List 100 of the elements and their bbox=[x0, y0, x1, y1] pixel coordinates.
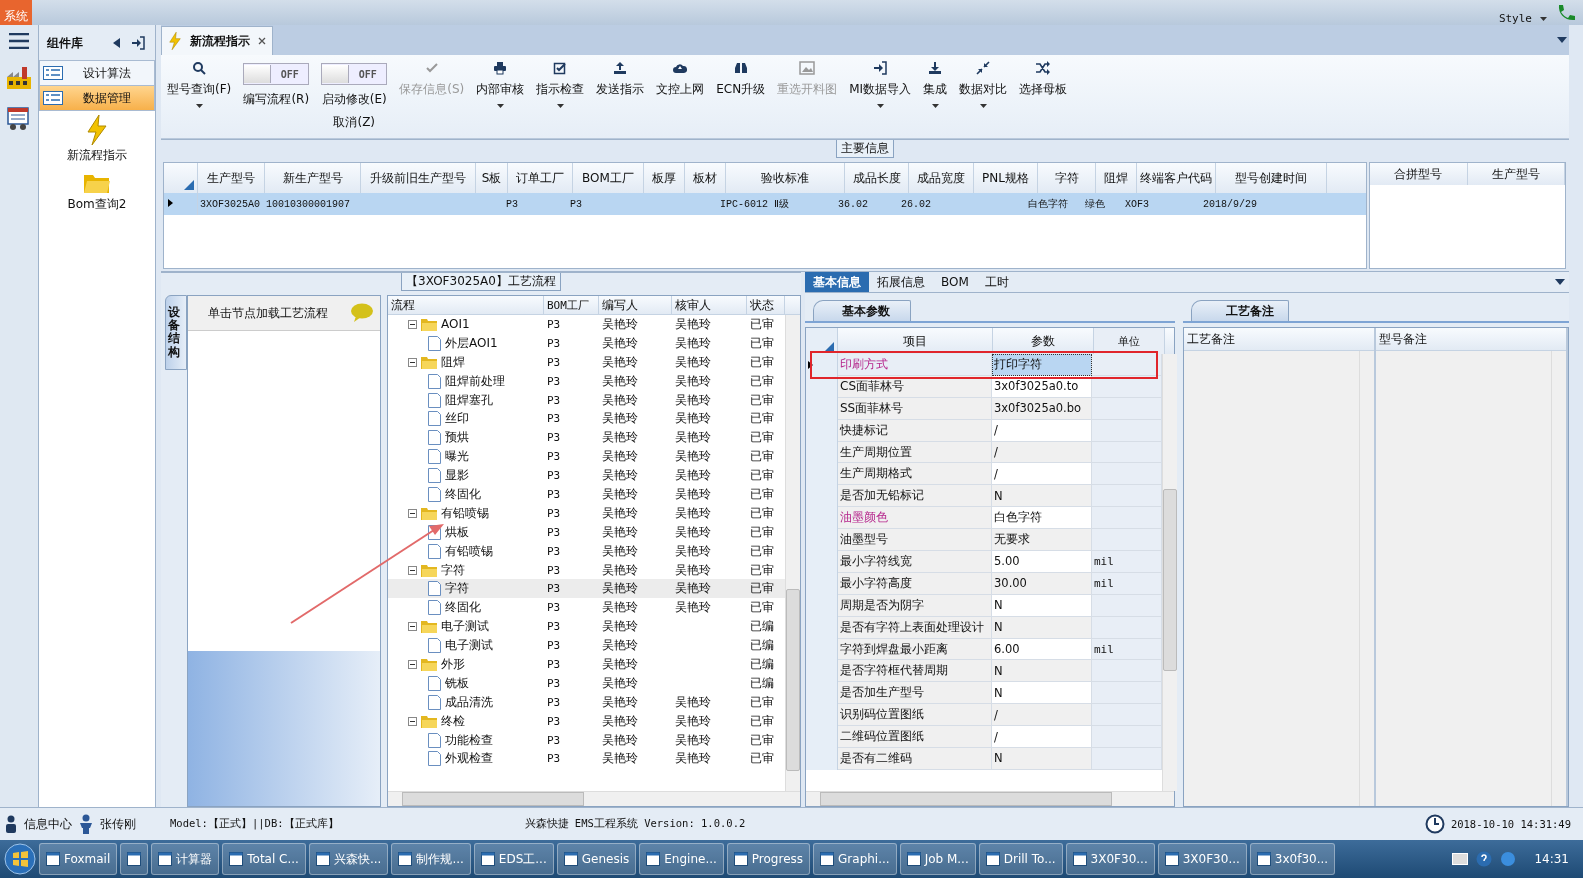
taskbar-item[interactable]: 兴森快... bbox=[308, 843, 389, 875]
document-tab[interactable]: 新流程指示 bbox=[161, 26, 273, 55]
scrollbar[interactable] bbox=[785, 315, 800, 792]
caret-icon[interactable] bbox=[1555, 279, 1565, 285]
column-header[interactable]: 单位 bbox=[1094, 328, 1165, 354]
tab[interactable]: 拓展信息 bbox=[869, 272, 933, 292]
toolbar-button[interactable]: 指示检查 bbox=[536, 59, 585, 110]
param-value[interactable]: N bbox=[994, 663, 1003, 678]
tree-row[interactable]: 预烘 P3 吴艳玲 吴艳玲 已审 bbox=[388, 428, 785, 448]
nav-item[interactable]: 数据管理 bbox=[39, 85, 155, 111]
tree-row[interactable]: 字符 P3 吴艳玲 吴艳玲 已审 bbox=[388, 560, 785, 580]
param-value[interactable]: 6.00 bbox=[994, 642, 1020, 656]
tree-row[interactable]: 终固化 P3 吴艳玲 吴艳玲 已审 bbox=[388, 485, 785, 504]
close-icon[interactable] bbox=[258, 37, 266, 45]
tree-row[interactable]: AOI1 P3 吴艳玲 吴艳玲 已审 bbox=[388, 315, 785, 334]
start-button[interactable] bbox=[4, 843, 36, 875]
toolbar-button[interactable]: 文控上网 bbox=[656, 59, 705, 100]
style-menu[interactable]: Style bbox=[1498, 12, 1532, 25]
table-row[interactable]: 识别码位置图纸 / bbox=[806, 704, 1162, 727]
taskbar-item[interactable]: Foxmail bbox=[39, 843, 118, 875]
tree-row[interactable]: 外层AOI1 P3 吴艳玲 吴艳玲 已审 bbox=[388, 333, 785, 353]
tree-row[interactable]: 显影 P3 吴艳玲 吴艳玲 已审 bbox=[388, 466, 785, 485]
table-row[interactable]: 生产周期位置 / bbox=[806, 441, 1162, 464]
collapse-icon[interactable] bbox=[408, 508, 417, 518]
toggle-switch[interactable]: OFF bbox=[243, 63, 310, 85]
table-row[interactable]: 快捷标记 / bbox=[806, 419, 1162, 442]
param-value[interactable]: / bbox=[994, 445, 998, 459]
collapse-left-icon[interactable] bbox=[113, 38, 121, 48]
table-row[interactable]: SS面菲林号 3x0f3025a0.bo bbox=[806, 397, 1162, 420]
param-value[interactable]: N bbox=[994, 598, 1003, 613]
table-row[interactable]: 是否加生产型号 N bbox=[806, 682, 1162, 705]
tree-row[interactable]: 终检 P3 吴艳玲 吴艳玲 已审 bbox=[388, 711, 785, 731]
table-row[interactable]: 油墨型号 无要求 bbox=[806, 529, 1162, 551]
param-value[interactable]: N bbox=[994, 488, 1003, 503]
scrollbar[interactable] bbox=[1162, 354, 1177, 792]
param-value[interactable]: 3x0f3025a0.bo bbox=[994, 401, 1082, 416]
tree-row[interactable]: 阻焊前处理 P3 吴艳玲 吴艳玲 已审 bbox=[388, 371, 785, 391]
toolbar-button[interactable]: 数据对比 bbox=[959, 59, 1008, 110]
calendar-icon[interactable] bbox=[6, 105, 32, 131]
table-row[interactable]: 是否字符框代替周期 N bbox=[806, 660, 1162, 683]
param-value[interactable]: 30.00 bbox=[994, 576, 1027, 591]
table-row[interactable]: 字符到焊盘最小距离 6.00 mil bbox=[806, 638, 1162, 661]
toolbar-button[interactable]: 选择母板 bbox=[1019, 59, 1068, 100]
table-row[interactable]: 是否有字符上表面处理设计 N bbox=[806, 616, 1162, 639]
nav-item[interactable]: 设计算法 bbox=[39, 60, 155, 86]
help-icon[interactable] bbox=[1476, 851, 1493, 867]
toggle-switch[interactable]: OFF bbox=[321, 63, 388, 85]
tree-row[interactable]: 外形 P3 吴艳玲 已编 bbox=[388, 655, 785, 674]
column-header[interactable]: 流程 bbox=[388, 296, 544, 314]
column-header[interactable]: 型号备注 bbox=[1376, 328, 1566, 351]
table-row[interactable]: 是否有二维码 N bbox=[806, 748, 1162, 770]
tree-row[interactable]: 成品清洗 P3 吴艳玲 吴艳玲 已审 bbox=[388, 692, 785, 712]
table-row[interactable]: 二维码位置图纸 / bbox=[806, 726, 1162, 749]
param-value[interactable]: / bbox=[994, 466, 998, 481]
tree-row[interactable]: 曝光 P3 吴艳玲 吴艳玲 已审 bbox=[388, 447, 785, 467]
tab[interactable]: 基本信息 bbox=[805, 272, 869, 292]
tree-row[interactable]: 电子测试 P3 吴艳玲 已编 bbox=[388, 636, 785, 656]
table-row[interactable]: 印刷方式 打印字符 bbox=[806, 354, 1162, 376]
taskbar-item[interactable] bbox=[120, 843, 149, 875]
table-row[interactable]: 周期是否为阴字 N bbox=[806, 594, 1162, 617]
table-row[interactable]: 最小字符高度 30.00 mil bbox=[806, 572, 1162, 595]
taskbar-item[interactable]: Graphi... bbox=[813, 843, 897, 875]
menu-icon[interactable] bbox=[9, 33, 29, 49]
param-value[interactable]: / bbox=[994, 423, 998, 438]
column-header[interactable]: 状态 bbox=[747, 296, 785, 314]
tree-row[interactable]: 外观检查 P3 吴艳玲 吴艳玲 已审 bbox=[388, 749, 785, 769]
column-header[interactable]: 合拼型号 bbox=[1370, 163, 1468, 185]
taskbar-item[interactable]: 制作规... bbox=[391, 843, 471, 875]
taskbar-item[interactable]: Total C... bbox=[222, 843, 306, 875]
tab[interactable]: 基本参数 bbox=[813, 300, 911, 321]
collapse-icon[interactable] bbox=[408, 659, 417, 669]
caret-icon[interactable] bbox=[1557, 37, 1567, 43]
toolbar-button[interactable]: ECN升级 bbox=[716, 59, 766, 100]
tree-row[interactable]: 有铅喷锡 P3 吴艳玲 吴艳玲 已审 bbox=[388, 503, 785, 523]
taskbar-item[interactable]: Job M... bbox=[899, 843, 976, 875]
tree-row[interactable]: 终固化 P3 吴艳玲 吴艳玲 已审 bbox=[388, 598, 785, 618]
column-header[interactable]: 生产型号 bbox=[1467, 163, 1565, 185]
taskbar-item[interactable]: Progress bbox=[726, 843, 811, 875]
scrollbar[interactable] bbox=[388, 791, 800, 807]
collapse-icon[interactable] bbox=[408, 622, 417, 632]
table-row[interactable]: 油墨颜色 白色字符 bbox=[806, 507, 1162, 530]
param-value[interactable]: 无要求 bbox=[994, 532, 1030, 548]
toolbar-button[interactable]: MI数据导入 bbox=[849, 59, 912, 110]
taskbar-item[interactable]: 3X0F30... bbox=[1157, 843, 1247, 875]
collapse-icon[interactable] bbox=[408, 357, 417, 367]
tab[interactable]: 工艺备注 bbox=[1191, 300, 1289, 321]
caret-icon[interactable] bbox=[1540, 17, 1547, 21]
sign-in-icon[interactable] bbox=[131, 36, 145, 50]
shortcut-button[interactable]: Bom查询2 bbox=[67, 172, 127, 213]
param-value[interactable]: N bbox=[994, 751, 1003, 766]
taskbar-item[interactable]: Engine... bbox=[639, 843, 724, 875]
param-value[interactable]: 5.00 bbox=[994, 554, 1020, 569]
param-value[interactable]: N bbox=[994, 620, 1003, 635]
collapse-icon[interactable] bbox=[408, 716, 417, 726]
tree-row[interactable]: 阻焊塞孔 P3 吴艳玲 吴艳玲 已审 bbox=[388, 390, 785, 410]
tree-row[interactable]: 字符 P3 吴艳玲 吴艳玲 已审 bbox=[388, 579, 785, 599]
taskbar-item[interactable]: Drill To... bbox=[978, 843, 1063, 875]
table-row[interactable]: 3XOF3025A0 10010300001907 P3 P3 IPC-6012 Ⅱ级 36.02 26.02 白色字符 绿色 XOF3 2018/9/29 bbox=[164, 193, 1366, 215]
taskbar-item[interactable]: EDS工... bbox=[473, 843, 554, 875]
keyboard-icon[interactable] bbox=[1452, 853, 1469, 865]
